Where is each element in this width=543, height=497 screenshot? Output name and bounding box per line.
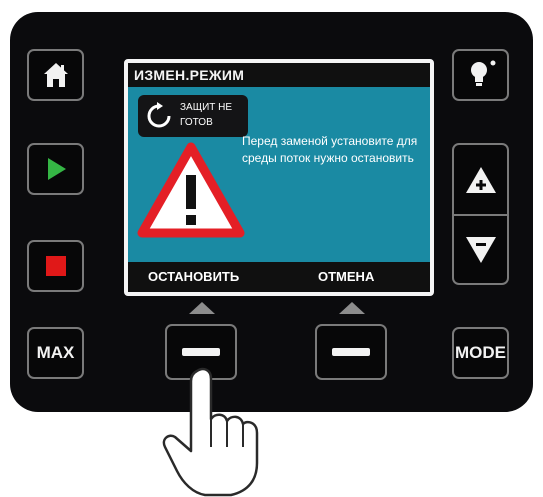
light-button[interactable]	[452, 49, 509, 101]
hand-pointer-icon	[162, 367, 259, 497]
softkey-right-label: ОТМЕНА	[318, 269, 375, 284]
softkey-right-button[interactable]	[315, 324, 387, 380]
play-icon	[47, 158, 66, 180]
minus-icon	[182, 348, 220, 356]
max-button[interactable]: MAX	[27, 327, 84, 379]
mode-button[interactable]: MODE	[452, 327, 509, 379]
home-button[interactable]	[27, 49, 84, 101]
stop-icon	[45, 256, 66, 276]
up-down-rocker	[452, 143, 509, 285]
warning-message: Перед заменой установите для среды поток…	[242, 134, 418, 165]
minus-icon	[332, 348, 370, 356]
softkey-right-indicator	[339, 302, 365, 314]
plus-arrow-up-icon	[465, 166, 496, 193]
home-icon	[43, 63, 68, 87]
warning-icon	[137, 142, 245, 238]
refresh-icon	[147, 102, 171, 128]
minus-arrow-down-icon	[465, 236, 496, 263]
status-box: ЗАЩИТ НЕ ГОТОВ	[138, 95, 248, 137]
softkey-bar: ОСТАНОВИТЬ ОТМЕНА	[128, 262, 430, 292]
max-label: MAX	[36, 343, 75, 362]
softkey-left-label: ОСТАНОВИТЬ	[148, 269, 240, 284]
play-button[interactable]	[27, 143, 84, 195]
softkey-left-indicator	[189, 302, 215, 314]
status-line-1: ЗАЩИТ НЕ	[180, 102, 233, 113]
up-button[interactable]	[454, 145, 507, 216]
screen-title: ИЗМЕН.РЕЖИМ	[128, 63, 430, 87]
control-panel: MAX MODE ИЗМЕН.РЕЖИМ ЗАЩИТ НЕ ГОТОВ Пере…	[10, 12, 533, 412]
stop-button[interactable]	[27, 240, 84, 292]
status-line-2: ГОТОВ	[180, 117, 213, 128]
lcd-screen: ИЗМЕН.РЕЖИМ ЗАЩИТ НЕ ГОТОВ Перед заменой…	[124, 59, 434, 296]
lightbulb-icon	[470, 60, 495, 86]
down-button[interactable]	[454, 216, 507, 283]
mode-label: MODE	[455, 343, 506, 362]
